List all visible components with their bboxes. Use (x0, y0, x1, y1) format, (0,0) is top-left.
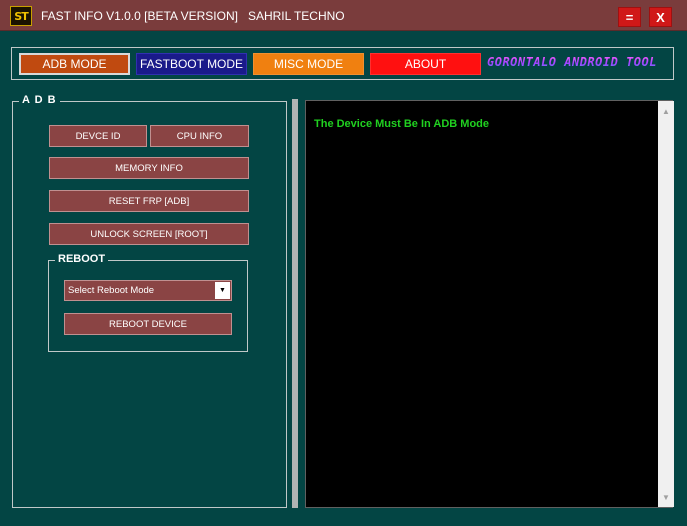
reboot-mode-select-value: Select Reboot Mode (68, 285, 155, 296)
reset-frp-button[interactable]: RESET FRP [ADB] (49, 190, 249, 212)
memory-info-button[interactable]: MEMORY INFO (49, 157, 249, 179)
vertical-scrollbar[interactable]: ▲ ▼ (658, 101, 674, 507)
about-button[interactable]: ABOUT (370, 53, 481, 75)
title-bar: ST FAST INFO V1.0.0 [BETA VERSION] SAHRI… (0, 0, 687, 31)
misc-mode-button[interactable]: MISC MODE (253, 53, 364, 75)
reboot-group-legend: REBOOT (55, 253, 109, 265)
window-title: FAST INFO V1.0.0 [BETA VERSION] SAHRIL T… (41, 9, 345, 23)
adb-mode-button[interactable]: ADB MODE (19, 53, 130, 75)
unlock-screen-button[interactable]: UNLOCK SCREEN [ROOT] (49, 223, 249, 245)
adb-group: A D B DEVCE ID CPU INFO MEMORY INFO RESE… (12, 94, 287, 508)
close-button[interactable]: X (649, 7, 672, 27)
reboot-group: REBOOT Select Reboot Mode ▼ REBOOT DEVIC… (48, 253, 248, 352)
adb-group-legend: A D B (19, 94, 60, 106)
minimize-button[interactable]: = (618, 7, 641, 27)
mode-navigation: ADB MODE FASTBOOT MODE MISC MODE ABOUT G… (11, 47, 674, 80)
console-message: The Device Must Be In ADB Mode (314, 118, 490, 130)
brand-logo-text: GORONTALO ANDROID TOOL (487, 55, 669, 73)
chevron-down-icon[interactable]: ▼ (215, 282, 230, 299)
fastboot-mode-button[interactable]: FASTBOOT MODE (136, 53, 247, 75)
reboot-mode-select[interactable]: Select Reboot Mode ▼ (64, 280, 232, 301)
scroll-up-arrow-icon[interactable]: ▲ (658, 103, 674, 119)
device-id-button[interactable]: DEVCE ID (49, 125, 147, 147)
scroll-down-arrow-icon[interactable]: ▼ (658, 489, 674, 505)
panel-splitter[interactable] (292, 99, 298, 508)
reboot-device-button[interactable]: REBOOT DEVICE (64, 313, 232, 335)
app-logo: ST (10, 6, 32, 26)
console-output[interactable]: The Device Must Be In ADB Mode ▲ ▼ (305, 100, 674, 508)
cpu-info-button[interactable]: CPU INFO (150, 125, 249, 147)
